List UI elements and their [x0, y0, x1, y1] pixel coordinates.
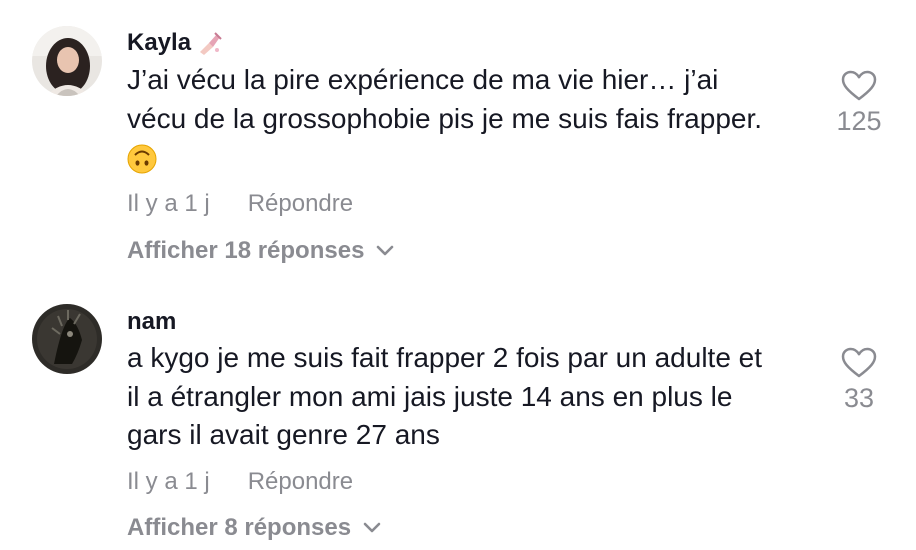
heart-icon — [841, 347, 877, 378]
comment-meta: Il y a 1 j Répondre — [127, 190, 353, 218]
nail-polish-icon — [197, 30, 223, 56]
heart-icon — [841, 70, 877, 101]
chevron-down-icon — [377, 245, 394, 256]
like-button[interactable]: 33 — [829, 347, 889, 414]
comment-text-line: il a étrangler mon ami jais juste 14 ans… — [127, 380, 733, 412]
comment-text: J’ai vécu la pire expérience de ma vie h… — [127, 61, 827, 185]
comment-text-line: a kygo je me suis fait frapper 2 fois pa… — [127, 342, 763, 373]
like-count: 33 — [843, 383, 875, 413]
comment-author[interactable]: Kayla — [127, 29, 223, 57]
comment-text-line: J’ai vécu la pire expérience de ma vie h… — [127, 64, 719, 95]
chevron-down-icon — [363, 522, 381, 533]
upside-down-face-emoji — [127, 144, 157, 174]
like-button[interactable]: 125 — [829, 70, 889, 137]
view-replies-label: Afficher 18 réponses — [127, 237, 365, 264]
comment-meta: Il y a 1 j Répondre — [127, 468, 353, 496]
comment-timestamp: Il y a 1 j — [127, 190, 210, 217]
comment-text-line: gars il avait genre 27 ans — [127, 419, 440, 450]
reply-button[interactable]: Répondre — [248, 190, 353, 218]
comment-timestamp: Il y a 1 j — [127, 468, 210, 495]
view-replies-button[interactable]: Afficher 18 réponses — [127, 237, 394, 265]
like-count: 125 — [836, 106, 882, 136]
avatar[interactable] — [32, 304, 102, 374]
author-name: nam — [127, 308, 177, 335]
comment-text-line: vécu de la grossophobie pis je me suis f… — [127, 102, 763, 134]
view-replies-button[interactable]: Afficher 8 réponses — [127, 514, 381, 542]
reply-button[interactable]: Répondre — [248, 468, 353, 496]
comment-text: a kygo je me suis fait frapper 2 fois pa… — [127, 339, 827, 455]
comment-item: Kayla J’ai vécu la pire expérience de ma… — [0, 0, 916, 280]
view-replies-label: Afficher 8 réponses — [127, 514, 352, 541]
comment-author[interactable]: nam — [127, 308, 176, 336]
avatar[interactable] — [32, 26, 102, 96]
comment-item: nam a kygo je me suis fait frapper 2 foi… — [0, 280, 916, 550]
author-name: Kayla — [127, 29, 192, 56]
